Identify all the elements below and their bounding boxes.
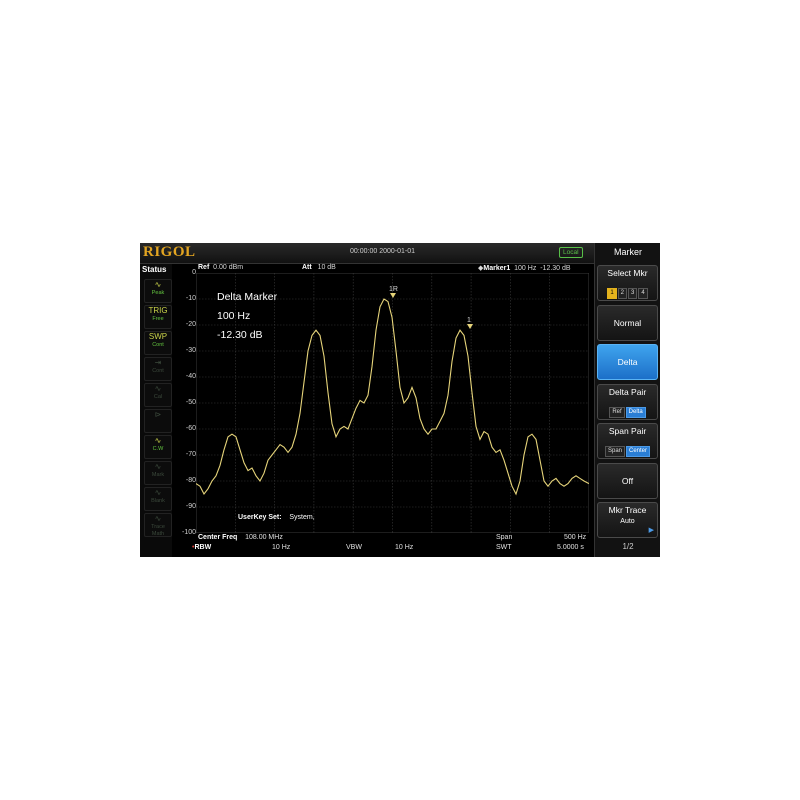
marker-3-option[interactable]: 3 bbox=[628, 288, 638, 299]
normal-button[interactable]: Normal bbox=[597, 305, 658, 341]
menu-page-indicator[interactable]: 1/2 bbox=[595, 542, 660, 551]
span-pair-center-option[interactable]: Center bbox=[626, 446, 651, 457]
marker-2-option[interactable]: 2 bbox=[617, 288, 627, 299]
status-icon-label: Free bbox=[152, 316, 164, 322]
delta-marker-amp: -12.30 dB bbox=[217, 329, 263, 341]
rbw-value: 10 Hz bbox=[272, 544, 291, 551]
trace-blank-icon: ∿ Blank bbox=[144, 487, 172, 511]
status-icon-glyph: ⇥ bbox=[154, 358, 162, 367]
y-axis-tick-label: 0 bbox=[192, 269, 196, 276]
marker-trace-value: Auto bbox=[620, 518, 635, 525]
span-pair-span-option[interactable]: Span bbox=[604, 446, 625, 457]
status-icon-label: Cal bbox=[153, 394, 163, 400]
cont-icon: ⇥ Cont bbox=[144, 357, 172, 381]
span-pair-button[interactable]: Span Pair Span Center bbox=[597, 423, 658, 459]
delta-button[interactable]: Delta bbox=[597, 344, 658, 380]
status-icon-label: Peak bbox=[151, 290, 165, 296]
status-icon-glyph: ∿ bbox=[154, 280, 162, 289]
select-marker-button[interactable]: Select Mkr 1234 bbox=[597, 265, 658, 301]
status-icon-glyph: ∿ bbox=[154, 514, 162, 523]
status-panel: Status ∿ Peak TRIG Free SWP Cont ⇥ Cont ∿ Cal ⊳ ∿ C.… bbox=[140, 264, 172, 557]
spectrum-analyzer-screen: RIGOL 00:00:00 2000-01-01 Local Status ∿… bbox=[140, 243, 660, 557]
rbw: •RBW bbox=[192, 544, 212, 551]
trace-mark-icon: ∿ Mark bbox=[144, 461, 172, 485]
spectrum-graticule bbox=[196, 273, 589, 533]
y-axis-tick-label: -50 bbox=[185, 399, 196, 406]
marker-menu: Marker Select Mkr 1234 Normal Delta Delt… bbox=[594, 243, 660, 557]
status-icon-label: Trace Math bbox=[151, 524, 165, 537]
menu-title: Marker bbox=[613, 247, 642, 257]
y-axis-tick-label: -60 bbox=[185, 425, 196, 432]
span-label: Span bbox=[496, 534, 513, 541]
y-axis-tick-label: -40 bbox=[185, 373, 196, 380]
delta-marker-label: 1 bbox=[467, 317, 471, 324]
userkey-set: UserKey Set: System, bbox=[238, 514, 315, 521]
y-axis-tick-label: -70 bbox=[185, 451, 196, 458]
trig-free-icon: TRIG Free bbox=[144, 305, 172, 329]
delta-pair-delta-option[interactable]: Delta bbox=[625, 407, 646, 418]
y-axis-tick-label: -80 bbox=[185, 477, 196, 484]
marker-off-button[interactable]: Off bbox=[597, 463, 658, 499]
center-freq: Center Freq 108.00 MHz bbox=[198, 534, 283, 541]
ref-level: Ref 0.00 dBm bbox=[198, 264, 244, 271]
ref-marker-icon bbox=[390, 293, 396, 298]
trace-math-icon: ∿ Trace Math bbox=[144, 513, 172, 537]
status-icon-glyph: SWP bbox=[148, 332, 168, 341]
swt-value: 5.0000 s bbox=[557, 544, 584, 551]
y-axis-tick-label: -90 bbox=[185, 503, 196, 510]
status-icon-label: C.W bbox=[152, 446, 164, 452]
status-icon-glyph: ∿ bbox=[154, 462, 162, 471]
vbw-label: VBW bbox=[346, 544, 362, 551]
delta-marker-title: Delta Marker bbox=[217, 291, 278, 303]
delta-pair-button[interactable]: Delta Pair Ref Delta bbox=[597, 384, 658, 420]
delta-marker-freq: 100 Hz bbox=[217, 310, 251, 322]
delta-marker-icon bbox=[467, 324, 473, 329]
y-axis-tick-label: -20 bbox=[185, 321, 196, 328]
attenuation: Att 10 dB bbox=[302, 264, 336, 271]
marker-trace-button[interactable]: Mkr Trace Auto ▶ bbox=[597, 502, 658, 538]
y-axis-tick-label: -10 bbox=[185, 295, 196, 302]
status-icon-glyph: TRIG bbox=[148, 306, 168, 315]
rigol-logo: RIGOL bbox=[143, 244, 196, 260]
top-bar: RIGOL 00:00:00 2000-01-01 Local bbox=[140, 243, 594, 264]
status-icon-label: Mark bbox=[151, 472, 165, 478]
status-icon-glyph: ∿ bbox=[154, 488, 162, 497]
clear-write-icon: ∿ C.W bbox=[144, 435, 172, 459]
tracking-icon: ⊳ bbox=[144, 409, 172, 433]
status-icon-glyph: ∿ bbox=[154, 384, 162, 393]
status-icon-label: Blank bbox=[151, 498, 165, 504]
sweep-cont-icon: SWP Cont bbox=[144, 331, 172, 355]
marker-1-option[interactable]: 1 bbox=[607, 288, 617, 299]
peak-icon: ∿ Peak bbox=[144, 279, 172, 303]
datetime: 00:00:00 2000-01-01 bbox=[350, 248, 415, 255]
marker-readout: ◆Marker1 100 Hz -12.30 dB bbox=[478, 265, 571, 272]
vbw-value: 10 Hz bbox=[395, 544, 414, 551]
submenu-arrow-icon: ▶ bbox=[648, 527, 654, 534]
ref-marker-label: 1R bbox=[389, 286, 398, 293]
status-title: Status bbox=[142, 265, 167, 274]
calibration-icon: ∿ Cal bbox=[144, 383, 172, 407]
delta-pair-ref-option[interactable]: Ref bbox=[609, 407, 625, 418]
span-value: 500 Hz bbox=[564, 534, 587, 541]
swt-label: SWT bbox=[496, 544, 512, 551]
y-axis-tick-label: -30 bbox=[185, 347, 196, 354]
marker-4-option[interactable]: 4 bbox=[638, 288, 648, 299]
y-axis-tick-label: -100 bbox=[181, 529, 196, 536]
status-icon-glyph: ∿ bbox=[154, 436, 162, 445]
local-badge: Local bbox=[559, 247, 583, 258]
status-icon-label: Cont bbox=[152, 368, 164, 374]
status-icon-glyph: ⊳ bbox=[154, 410, 162, 419]
status-icon-label: Cont bbox=[152, 342, 164, 348]
